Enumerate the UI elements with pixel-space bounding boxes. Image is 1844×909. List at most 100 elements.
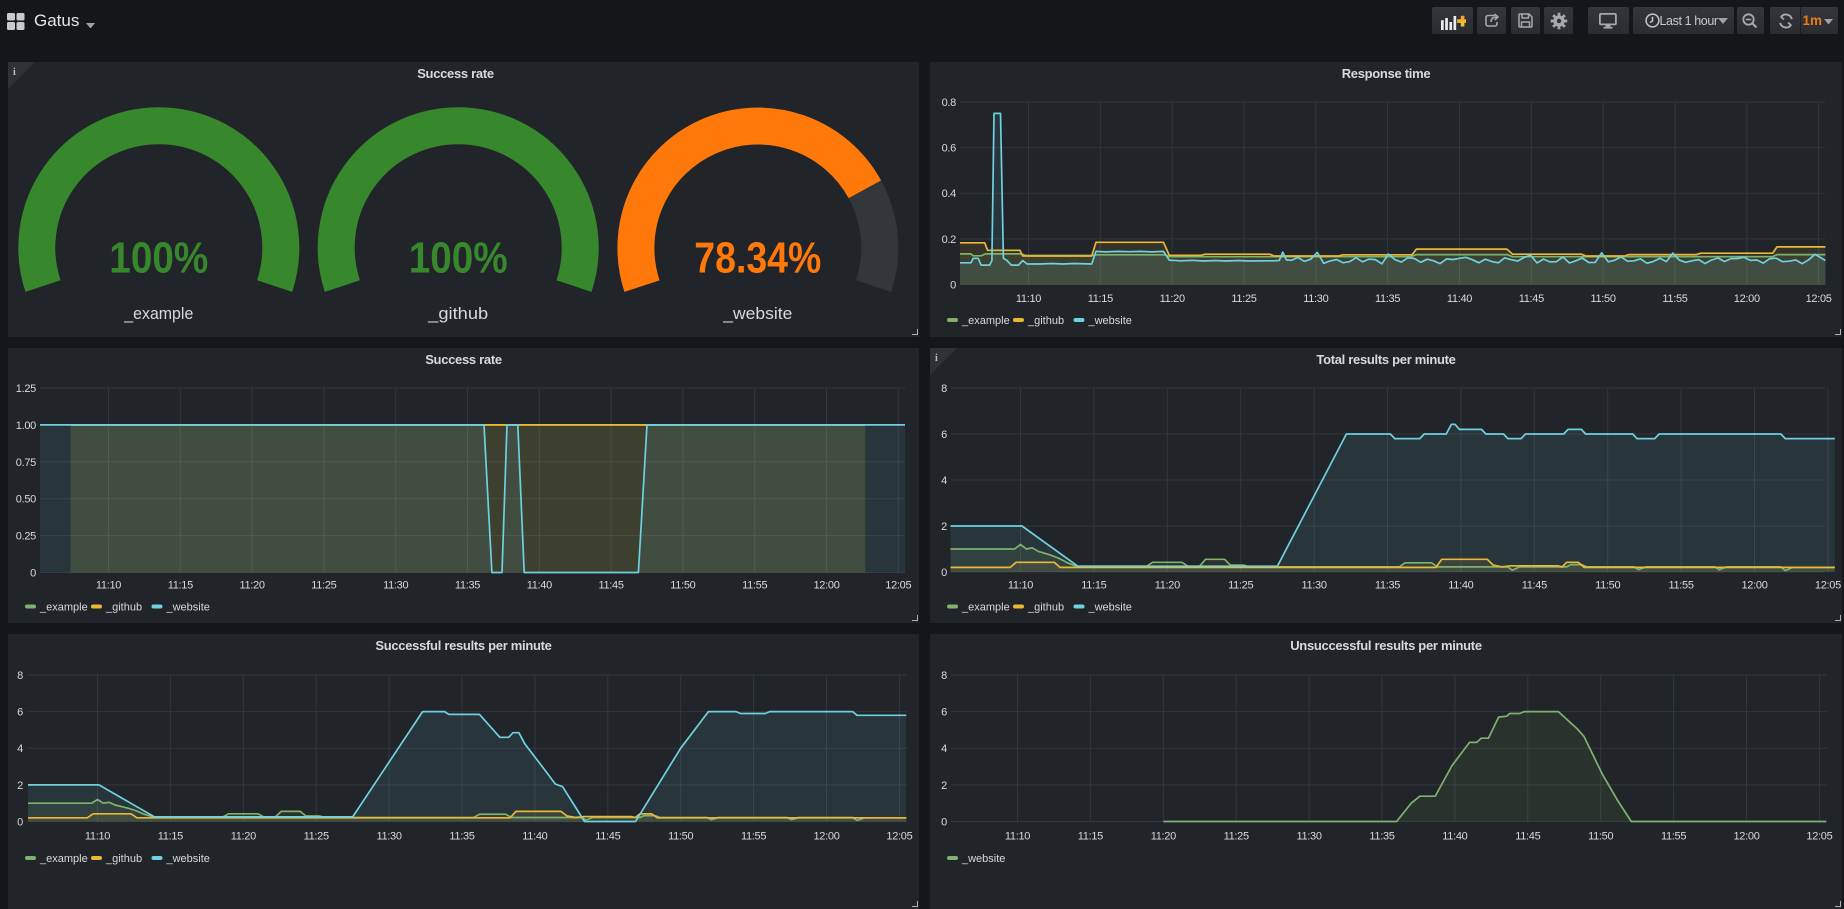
svg-text:11:30: 11:30 — [383, 580, 408, 592]
svg-text:12:05: 12:05 — [886, 831, 912, 843]
svg-text:1.25: 1.25 — [16, 383, 36, 395]
svg-text:12:00: 12:00 — [1733, 831, 1759, 843]
svg-text:0: 0 — [950, 280, 956, 292]
svg-text:12:00: 12:00 — [1741, 580, 1767, 592]
svg-text:11:25: 11:25 — [1231, 293, 1256, 305]
svg-text:_github: _github — [1027, 602, 1064, 614]
svg-text:11:50: 11:50 — [670, 580, 695, 592]
svg-text:11:30: 11:30 — [1301, 580, 1326, 592]
svg-text:11:20: 11:20 — [239, 580, 264, 592]
svg-text:8: 8 — [941, 383, 947, 395]
svg-text:11:50: 11:50 — [1588, 831, 1613, 843]
svg-text:11:55: 11:55 — [1668, 580, 1693, 592]
svg-text:11:15: 11:15 — [1088, 293, 1113, 305]
svg-text:0.25: 0.25 — [16, 531, 36, 543]
svg-text:0: 0 — [941, 567, 947, 579]
svg-text:0.4: 0.4 — [942, 188, 957, 200]
svg-text:11:20: 11:20 — [1160, 293, 1185, 305]
svg-text:11:10: 11:10 — [1008, 580, 1033, 592]
svg-text:12:00: 12:00 — [813, 580, 839, 592]
svg-text:100%: 100% — [109, 233, 208, 282]
svg-text:12:05: 12:05 — [1815, 580, 1841, 592]
svg-text:11:35: 11:35 — [1369, 831, 1394, 843]
svg-text:_website: _website — [166, 853, 210, 865]
svg-text:1.00: 1.00 — [16, 420, 36, 432]
svg-text:_website: _website — [1088, 602, 1132, 614]
svg-text:12:00: 12:00 — [1734, 293, 1760, 305]
svg-text:11:40: 11:40 — [527, 580, 552, 592]
svg-text:11:45: 11:45 — [598, 580, 623, 592]
svg-text:_example: _example — [39, 602, 88, 614]
svg-text:11:50: 11:50 — [668, 831, 693, 843]
svg-text:4: 4 — [941, 743, 947, 755]
svg-text:11:35: 11:35 — [1375, 580, 1400, 592]
svg-text:0: 0 — [17, 817, 23, 829]
svg-text:_example: _example — [961, 315, 1010, 327]
svg-text:12:05: 12:05 — [1806, 831, 1832, 843]
svg-text:11:45: 11:45 — [1519, 293, 1544, 305]
svg-text:0.6: 0.6 — [942, 143, 957, 155]
svg-text:11:50: 11:50 — [1595, 580, 1620, 592]
svg-text:_website: _website — [961, 853, 1005, 865]
svg-text:11:55: 11:55 — [741, 831, 766, 843]
svg-text:11:25: 11:25 — [1224, 831, 1249, 843]
svg-text:i: i — [935, 353, 938, 364]
svg-text:0: 0 — [941, 817, 947, 829]
svg-text:78.34%: 78.34% — [694, 233, 821, 282]
svg-text:11:40: 11:40 — [1447, 293, 1472, 305]
svg-text:_website: _website — [166, 602, 210, 614]
svg-text:11:35: 11:35 — [455, 580, 480, 592]
svg-text:11:55: 11:55 — [1662, 293, 1687, 305]
svg-text:11:30: 11:30 — [1296, 831, 1321, 843]
svg-text:2: 2 — [941, 780, 947, 792]
svg-text:_website: _website — [1088, 315, 1132, 327]
svg-text:11:45: 11:45 — [1522, 580, 1547, 592]
svg-text:11:10: 11:10 — [1016, 293, 1041, 305]
svg-text:4: 4 — [941, 475, 947, 487]
svg-text:6: 6 — [17, 707, 23, 719]
svg-text:8: 8 — [941, 670, 947, 682]
svg-text:11:30: 11:30 — [376, 831, 401, 843]
svg-text:11:55: 11:55 — [742, 580, 767, 592]
svg-text:6: 6 — [941, 429, 947, 441]
svg-text:11:35: 11:35 — [449, 831, 474, 843]
svg-text:11:15: 11:15 — [1078, 831, 1103, 843]
svg-text:_github: _github — [105, 853, 142, 865]
svg-text:11:15: 11:15 — [158, 831, 183, 843]
svg-text:6: 6 — [941, 707, 947, 719]
svg-text:_example: _example — [961, 602, 1010, 614]
svg-text:11:40: 11:40 — [522, 831, 547, 843]
svg-text:0.8: 0.8 — [942, 97, 957, 109]
svg-text:2: 2 — [17, 780, 23, 792]
svg-text:0.75: 0.75 — [16, 457, 36, 469]
svg-text:11:10: 11:10 — [85, 831, 110, 843]
svg-text:_website: _website — [722, 305, 792, 323]
svg-text:0: 0 — [30, 568, 36, 580]
svg-text:11:10: 11:10 — [96, 580, 121, 592]
svg-text:11:20: 11:20 — [231, 831, 256, 843]
svg-text:i: i — [13, 67, 16, 78]
svg-text:_github: _github — [1027, 315, 1064, 327]
svg-text:11:15: 11:15 — [1081, 580, 1106, 592]
svg-text:2: 2 — [941, 521, 947, 533]
svg-text:11:35: 11:35 — [1375, 293, 1400, 305]
svg-text:8: 8 — [17, 670, 23, 682]
svg-text:11:30: 11:30 — [1303, 293, 1328, 305]
svg-text:11:20: 11:20 — [1155, 580, 1180, 592]
svg-text:4: 4 — [17, 743, 23, 755]
svg-text:11:20: 11:20 — [1151, 831, 1176, 843]
svg-text:12:05: 12:05 — [1806, 293, 1832, 305]
svg-text:100%: 100% — [409, 233, 508, 282]
svg-text:11:45: 11:45 — [595, 831, 620, 843]
svg-text:_example: _example — [123, 305, 193, 323]
svg-text:11:25: 11:25 — [1228, 580, 1253, 592]
svg-text:11:15: 11:15 — [168, 580, 193, 592]
svg-text:_github: _github — [105, 602, 142, 614]
svg-text:11:45: 11:45 — [1515, 831, 1540, 843]
svg-text:_github: _github — [427, 305, 488, 323]
svg-text:_example: _example — [39, 853, 88, 865]
svg-text:11:40: 11:40 — [1442, 831, 1467, 843]
svg-text:11:55: 11:55 — [1661, 831, 1686, 843]
svg-text:12:05: 12:05 — [885, 580, 911, 592]
svg-text:11:40: 11:40 — [1448, 580, 1473, 592]
